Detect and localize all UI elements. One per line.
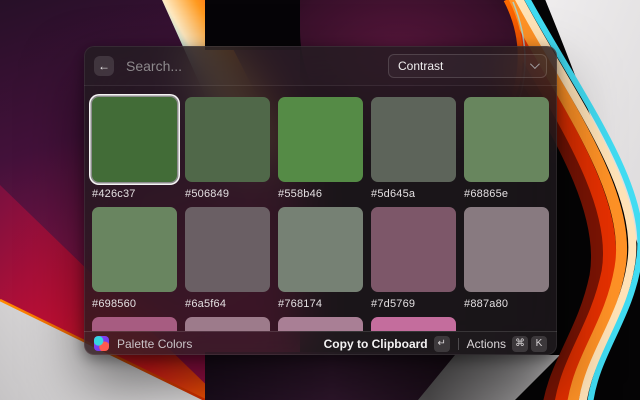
swatch-hex-label: #506849 <box>185 188 270 200</box>
window-footer: Palette Colors Copy to Clipboard ↵ Actio… <box>84 331 557 355</box>
back-arrow-icon: ← <box>98 56 110 76</box>
swatch-hex-label: #426c37 <box>92 188 177 200</box>
return-key-icon: ↵ <box>434 336 450 352</box>
swatch-color <box>464 97 549 182</box>
swatch-color <box>371 207 456 292</box>
swatch-hex-label: #768174 <box>278 298 363 310</box>
swatch-hex-label: #7d5769 <box>371 298 456 310</box>
actions-button[interactable]: Actions ⌘ K <box>467 336 547 352</box>
swatch-color <box>278 97 363 182</box>
swatch-color <box>92 317 177 331</box>
swatch-color <box>371 97 456 182</box>
swatch-color <box>185 317 270 331</box>
color-swatch[interactable]: #426c37 <box>92 97 177 200</box>
color-swatch[interactable]: #698560 <box>92 207 177 310</box>
color-swatch[interactable]: #7d5769 <box>371 207 456 310</box>
app-name: Palette Colors <box>117 337 192 351</box>
copy-to-clipboard-button[interactable]: Copy to Clipboard ↵ <box>324 336 450 352</box>
palette-colors-app-icon <box>94 336 109 351</box>
back-button[interactable]: ← <box>94 56 114 76</box>
swatch-color <box>185 97 270 182</box>
swatch-color <box>278 317 363 331</box>
swatch-hex-label: #6a5f64 <box>185 298 270 310</box>
color-swatch[interactable]: #558b46 <box>278 97 363 200</box>
swatch-hex-label: #698560 <box>92 298 177 310</box>
swatch-row-partial <box>92 317 549 331</box>
window-topbar: ← Contrast <box>84 46 557 86</box>
swatch-row: #426c37 #506849 #558b46 #5d645a #68865e <box>92 97 549 200</box>
color-swatch[interactable]: #506849 <box>185 97 270 200</box>
color-swatch[interactable] <box>185 317 270 331</box>
chevron-down-icon <box>530 59 540 69</box>
color-swatch[interactable]: #68865e <box>464 97 549 200</box>
swatch-color <box>92 207 177 292</box>
footer-divider <box>458 338 459 350</box>
swatch-color <box>278 207 363 292</box>
k-key: K <box>531 336 547 352</box>
swatch-color <box>185 207 270 292</box>
color-swatch[interactable] <box>92 317 177 331</box>
footer-actions: Copy to Clipboard ↵ Actions ⌘ K <box>324 336 547 352</box>
color-swatch[interactable] <box>278 317 363 331</box>
copy-to-clipboard-label: Copy to Clipboard <box>324 337 428 351</box>
swatch-hex-label: #68865e <box>464 188 549 200</box>
color-swatch[interactable]: #5d645a <box>371 97 456 200</box>
swatch-color <box>371 317 456 331</box>
color-swatch[interactable]: #6a5f64 <box>185 207 270 310</box>
dropdown-value: Contrast <box>398 59 443 73</box>
color-swatch[interactable]: #768174 <box>278 207 363 310</box>
color-grid: #426c37 #506849 #558b46 #5d645a #68865e #6985… <box>84 86 557 331</box>
color-swatch[interactable]: #887a80 <box>464 207 549 310</box>
swatch-hex-label: #5d645a <box>371 188 456 200</box>
sort-mode-dropdown[interactable]: Contrast <box>388 54 547 78</box>
actions-label: Actions <box>467 337 506 351</box>
palette-window: ← Contrast #426c37#506849#558b46#5d645a#… <box>84 46 557 355</box>
search-input[interactable] <box>124 57 388 75</box>
swatch-row: #698560 #6a5f64 #768174 #7d5769 #887a80 <box>92 207 549 310</box>
command-key-icon: ⌘ <box>512 336 528 352</box>
color-swatch[interactable] <box>371 317 456 331</box>
desktop: ← Contrast #426c37#506849#558b46#5d645a#… <box>0 0 640 400</box>
swatch-color <box>464 207 549 292</box>
swatch-hex-label: #887a80 <box>464 298 549 310</box>
swatch-hex-label: #558b46 <box>278 188 363 200</box>
swatch-color <box>92 97 177 182</box>
